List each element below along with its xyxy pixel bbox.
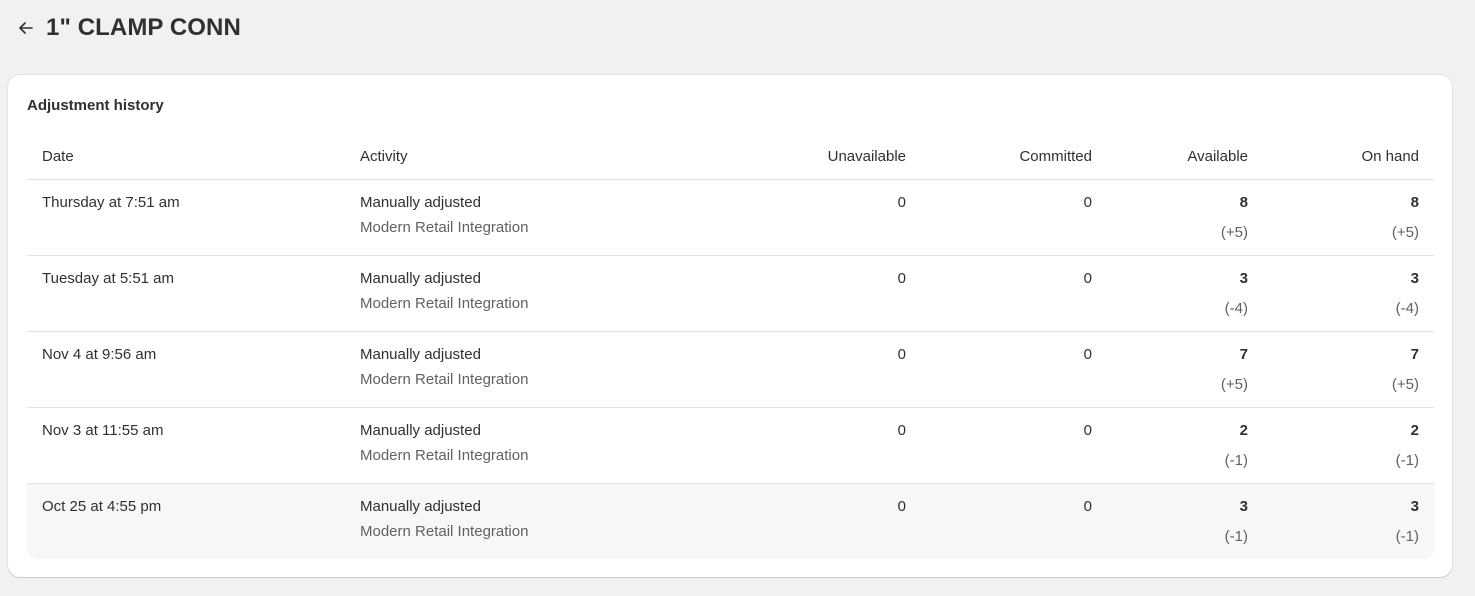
on-hand-quantity: 3	[1410, 270, 1419, 287]
unavailable-cell: 0	[675, 255, 921, 332]
date-cell: Oct 25 at 4:55 pm	[27, 483, 345, 559]
on-hand-cell: 3 (-1)	[1263, 483, 1434, 559]
available-delta: (-1)	[1224, 452, 1248, 469]
column-header-date: Date	[27, 133, 345, 180]
activity-cell: Manually adjusted Modern Retail Integrat…	[345, 255, 675, 332]
available-delta: (-1)	[1224, 528, 1248, 545]
date-cell: Thursday at 7:51 am	[27, 179, 345, 256]
on-hand-quantity: 2	[1410, 422, 1419, 439]
page-header: 1" CLAMP CONN	[12, 10, 241, 46]
on-hand-quantity: 8	[1410, 194, 1419, 211]
activity-type: Manually adjusted	[360, 346, 481, 363]
committed-cell: 0	[921, 407, 1107, 484]
date-cell: Nov 3 at 11:55 am	[27, 407, 345, 484]
on-hand-quantity: 7	[1410, 346, 1419, 363]
arrow-left-icon	[17, 19, 35, 37]
available-quantity: 3	[1239, 498, 1248, 515]
table-header-row: Date Activity Unavailable Committed Avai…	[27, 133, 1434, 180]
table-row[interactable]: Nov 4 at 9:56 am Manually adjusted Moder…	[27, 331, 1434, 408]
column-header-on-hand: On hand	[1263, 133, 1434, 180]
on-hand-cell: 7 (+5)	[1263, 331, 1434, 408]
on-hand-delta: (-1)	[1395, 452, 1419, 469]
activity-cell: Manually adjusted Modern Retail Integrat…	[345, 483, 675, 559]
card-title: Adjustment history	[27, 97, 164, 114]
column-header-committed: Committed	[921, 133, 1107, 180]
activity-type: Manually adjusted	[360, 194, 481, 211]
unavailable-cell: 0	[675, 407, 921, 484]
activity-source: Modern Retail Integration	[360, 219, 529, 236]
column-header-activity: Activity	[345, 133, 675, 180]
activity-type: Manually adjusted	[360, 498, 481, 515]
on-hand-delta: (+5)	[1391, 224, 1419, 241]
activity-cell: Manually adjusted Modern Retail Integrat…	[345, 331, 675, 408]
available-delta: (+5)	[1220, 376, 1248, 393]
on-hand-quantity: 3	[1410, 498, 1419, 515]
available-cell: 7 (+5)	[1107, 331, 1263, 408]
available-delta: (-4)	[1224, 300, 1248, 317]
on-hand-cell: 8 (+5)	[1263, 179, 1434, 256]
activity-source: Modern Retail Integration	[360, 295, 529, 312]
available-quantity: 7	[1239, 346, 1248, 363]
available-cell: 8 (+5)	[1107, 179, 1263, 256]
activity-type: Manually adjusted	[360, 422, 481, 439]
adjustment-history-card: Adjustment history Date Activity Unavail…	[8, 75, 1452, 577]
activity-source: Modern Retail Integration	[360, 523, 529, 540]
committed-cell: 0	[921, 255, 1107, 332]
date-cell: Nov 4 at 9:56 am	[27, 331, 345, 408]
table-row[interactable]: Thursday at 7:51 am Manually adjusted Mo…	[27, 179, 1434, 256]
available-cell: 3 (-1)	[1107, 483, 1263, 559]
activity-source: Modern Retail Integration	[360, 371, 529, 388]
on-hand-cell: 2 (-1)	[1263, 407, 1434, 484]
committed-cell: 0	[921, 483, 1107, 559]
available-cell: 3 (-4)	[1107, 255, 1263, 332]
on-hand-delta: (+5)	[1391, 376, 1419, 393]
adjustment-history-table-wrapper: Date Activity Unavailable Committed Avai…	[27, 133, 1434, 559]
activity-cell: Manually adjusted Modern Retail Integrat…	[345, 179, 675, 256]
available-cell: 2 (-1)	[1107, 407, 1263, 484]
table-row[interactable]: Nov 3 at 11:55 am Manually adjusted Mode…	[27, 407, 1434, 484]
available-quantity: 3	[1239, 270, 1248, 287]
unavailable-cell: 0	[675, 179, 921, 256]
available-delta: (+5)	[1220, 224, 1248, 241]
unavailable-cell: 0	[675, 483, 921, 559]
unavailable-cell: 0	[675, 331, 921, 408]
on-hand-cell: 3 (-4)	[1263, 255, 1434, 332]
activity-type: Manually adjusted	[360, 270, 481, 287]
adjustment-history-table: Date Activity Unavailable Committed Avai…	[27, 133, 1434, 559]
on-hand-delta: (-4)	[1395, 300, 1419, 317]
available-quantity: 8	[1239, 194, 1248, 211]
back-button[interactable]	[12, 14, 40, 42]
table-row[interactable]: Oct 25 at 4:55 pm Manually adjusted Mode…	[27, 483, 1434, 559]
on-hand-delta: (-1)	[1395, 528, 1419, 545]
activity-source: Modern Retail Integration	[360, 447, 529, 464]
column-header-available: Available	[1107, 133, 1263, 180]
committed-cell: 0	[921, 179, 1107, 256]
page-title: 1" CLAMP CONN	[46, 14, 241, 41]
available-quantity: 2	[1239, 422, 1248, 439]
committed-cell: 0	[921, 331, 1107, 408]
table-row[interactable]: Tuesday at 5:51 am Manually adjusted Mod…	[27, 255, 1434, 332]
date-cell: Tuesday at 5:51 am	[27, 255, 345, 332]
activity-cell: Manually adjusted Modern Retail Integrat…	[345, 407, 675, 484]
column-header-unavailable: Unavailable	[675, 133, 921, 180]
